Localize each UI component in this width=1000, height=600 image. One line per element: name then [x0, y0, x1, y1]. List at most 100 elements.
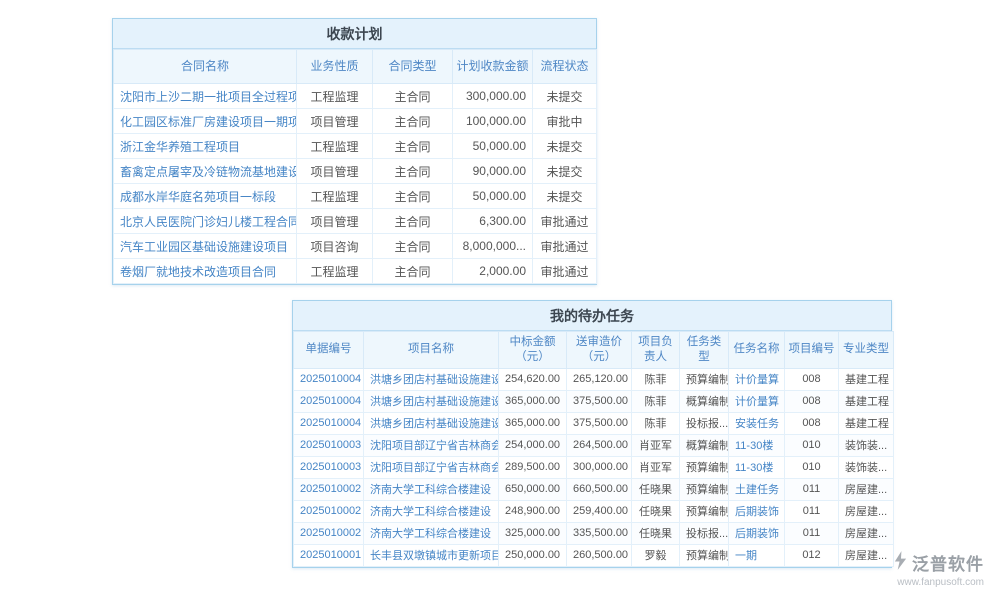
- doc-no-link[interactable]: 2025010002: [300, 505, 361, 517]
- amount-cell: 50,000.00: [453, 134, 533, 159]
- task-name-link[interactable]: 安装任务: [735, 418, 779, 430]
- task-name-link[interactable]: 计价量算: [735, 374, 779, 386]
- leader-cell: 陈菲: [632, 390, 680, 412]
- business-nature-cell: 工程监理: [297, 184, 373, 209]
- col-flow-status: 流程状态: [533, 50, 597, 84]
- task-name-link[interactable]: 后期装饰: [735, 528, 779, 540]
- col-doc-no: 单据编号: [294, 332, 364, 369]
- task-name-link[interactable]: 11-30楼: [735, 462, 773, 474]
- table-row: 2025010002 济南大学工科综合楼建设 650,000.00 660,50…: [294, 478, 894, 500]
- project-no-cell: 010: [785, 456, 839, 478]
- contract-name-link[interactable]: 卷烟厂就地技术改造项目合同: [120, 265, 276, 279]
- contract-name-link[interactable]: 北京人民医院门诊妇儿楼工程合同: [120, 215, 297, 229]
- status-badge: 审批中: [533, 109, 597, 134]
- task-name-link[interactable]: 土建任务: [735, 484, 779, 496]
- task-name-link[interactable]: 11-30楼: [735, 440, 773, 452]
- doc-no-cell: 2025010002: [294, 500, 364, 522]
- table-row: 2025010001 长丰县双墩镇城市更新项目紫桐... 250,000.00 …: [294, 544, 894, 566]
- table-row: 2025010004 洪塘乡团店村基础设施建设工程 365,000.00 375…: [294, 390, 894, 412]
- doc-no-cell: 2025010002: [294, 522, 364, 544]
- task-type-cell: 概算编制: [680, 434, 729, 456]
- contract-name-cell: 卷烟厂就地技术改造项目合同: [114, 259, 297, 284]
- doc-no-link[interactable]: 2025010003: [300, 439, 361, 451]
- task-name-link[interactable]: 计价量算: [735, 396, 779, 408]
- amount-cell: 6,300.00: [453, 209, 533, 234]
- doc-no-link[interactable]: 2025010002: [300, 483, 361, 495]
- payment-plan-panel: 收款计划 合同名称 业务性质 合同类型 计划收款金额 流程状态 沈阳市上沙二期一…: [112, 18, 597, 285]
- project-name-link[interactable]: 济南大学工科综合楼建设: [370, 506, 491, 518]
- todo-tasks-title: 我的待办任务: [293, 301, 891, 331]
- amount-cell: 100,000.00: [453, 109, 533, 134]
- contract-name-link[interactable]: 化工园区标准厂房建设项目一期项目: [120, 115, 297, 129]
- doc-no-link[interactable]: 2025010001: [300, 549, 361, 561]
- amount-cell: 90,000.00: [453, 159, 533, 184]
- project-name-link[interactable]: 沈阳项目部辽宁省吉林商会总部...: [370, 462, 499, 474]
- task-name-cell: 后期装饰: [729, 522, 785, 544]
- review-cost-cell: 264,500.00: [567, 434, 632, 456]
- project-name-cell: 济南大学工科综合楼建设: [364, 478, 499, 500]
- doc-no-link[interactable]: 2025010004: [300, 417, 361, 429]
- review-cost-cell: 335,500.00: [567, 522, 632, 544]
- contract-name-cell: 沈阳市上沙二期一批项目全过程项目管...: [114, 84, 297, 109]
- payment-plan-body: 沈阳市上沙二期一批项目全过程项目管... 工程监理 主合同 300,000.00…: [114, 84, 597, 284]
- task-name-link[interactable]: 后期装饰: [735, 506, 779, 518]
- project-name-link[interactable]: 长丰县双墩镇城市更新项目紫桐...: [370, 550, 499, 562]
- col-planned-amount: 计划收款金额: [453, 50, 533, 84]
- doc-no-link[interactable]: 2025010004: [300, 373, 361, 385]
- table-row: 2025010002 济南大学工科综合楼建设 248,900.00 259,40…: [294, 500, 894, 522]
- payment-plan-header-row: 合同名称 业务性质 合同类型 计划收款金额 流程状态: [114, 50, 597, 84]
- contract-name-link[interactable]: 畜禽定点屠宰及冷链物流基地建设项目: [120, 165, 297, 179]
- major-type-cell: 房屋建...: [839, 500, 894, 522]
- task-name-cell: 11-30楼: [729, 434, 785, 456]
- project-name-link[interactable]: 沈阳项目部辽宁省吉林商会总部...: [370, 440, 499, 452]
- review-cost-cell: 260,500.00: [567, 544, 632, 566]
- task-type-cell: 投标报...: [680, 412, 729, 434]
- contract-name-link[interactable]: 浙江金华养殖工程项目: [120, 140, 240, 154]
- project-no-cell: 008: [785, 412, 839, 434]
- table-row: 2025010002 济南大学工科综合楼建设 325,000.00 335,50…: [294, 522, 894, 544]
- todo-tasks-body: 2025010004 洪塘乡团店村基础设施建设工程 254,620.00 265…: [294, 368, 894, 566]
- contract-name-link[interactable]: 沈阳市上沙二期一批项目全过程项目管...: [120, 90, 297, 104]
- business-nature-cell: 项目管理: [297, 159, 373, 184]
- table-row: 沈阳市上沙二期一批项目全过程项目管... 工程监理 主合同 300,000.00…: [114, 84, 597, 109]
- leader-cell: 肖亚军: [632, 456, 680, 478]
- task-name-link[interactable]: 一期: [735, 550, 757, 562]
- project-name-link[interactable]: 洪塘乡团店村基础设施建设工程: [370, 374, 499, 386]
- task-type-cell: 预算编制: [680, 544, 729, 566]
- project-name-link[interactable]: 济南大学工科综合楼建设: [370, 484, 491, 496]
- doc-no-cell: 2025010004: [294, 412, 364, 434]
- amount-cell: 50,000.00: [453, 184, 533, 209]
- project-no-cell: 008: [785, 368, 839, 390]
- doc-no-link[interactable]: 2025010003: [300, 461, 361, 473]
- review-cost-cell: 660,500.00: [567, 478, 632, 500]
- doc-no-link[interactable]: 2025010004: [300, 395, 361, 407]
- contract-type-cell: 主合同: [373, 109, 453, 134]
- project-name-link[interactable]: 洪塘乡团店村基础设施建设工程: [370, 418, 499, 430]
- col-project-name: 项目名称: [364, 332, 499, 369]
- bid-amount-cell: 650,000.00: [499, 478, 567, 500]
- table-row: 2025010004 洪塘乡团店村基础设施建设工程 365,000.00 375…: [294, 412, 894, 434]
- business-nature-cell: 工程监理: [297, 84, 373, 109]
- contract-name-link[interactable]: 汽车工业园区基础设施建设项目: [120, 240, 288, 254]
- contract-type-cell: 主合同: [373, 209, 453, 234]
- project-name-link[interactable]: 济南大学工科综合楼建设: [370, 528, 491, 540]
- project-no-cell: 011: [785, 478, 839, 500]
- doc-no-link[interactable]: 2025010002: [300, 527, 361, 539]
- table-row: 北京人民医院门诊妇儿楼工程合同 项目管理 主合同 6,300.00 审批通过: [114, 209, 597, 234]
- task-type-cell: 预算编制: [680, 500, 729, 522]
- project-no-cell: 011: [785, 522, 839, 544]
- project-name-link[interactable]: 洪塘乡团店村基础设施建设工程: [370, 396, 499, 408]
- todo-tasks-header-row: 单据编号 项目名称 中标金额（元） 送审造价（元） 项目负责人 任务类型 任务名…: [294, 332, 894, 369]
- brand-url: www.fanpusoft.com: [893, 577, 984, 588]
- contract-name-cell: 汽车工业园区基础设施建设项目: [114, 234, 297, 259]
- col-review-cost: 送审造价（元）: [567, 332, 632, 369]
- major-type-cell: 基建工程: [839, 390, 894, 412]
- payment-plan-title: 收款计划: [113, 19, 596, 49]
- contract-name-link[interactable]: 成都水岸华庭名苑项目一标段: [120, 190, 276, 204]
- business-nature-cell: 工程监理: [297, 134, 373, 159]
- col-bid-amount: 中标金额（元）: [499, 332, 567, 369]
- task-name-cell: 安装任务: [729, 412, 785, 434]
- review-cost-cell: 375,500.00: [567, 412, 632, 434]
- doc-no-cell: 2025010004: [294, 368, 364, 390]
- contract-name-cell: 畜禽定点屠宰及冷链物流基地建设项目: [114, 159, 297, 184]
